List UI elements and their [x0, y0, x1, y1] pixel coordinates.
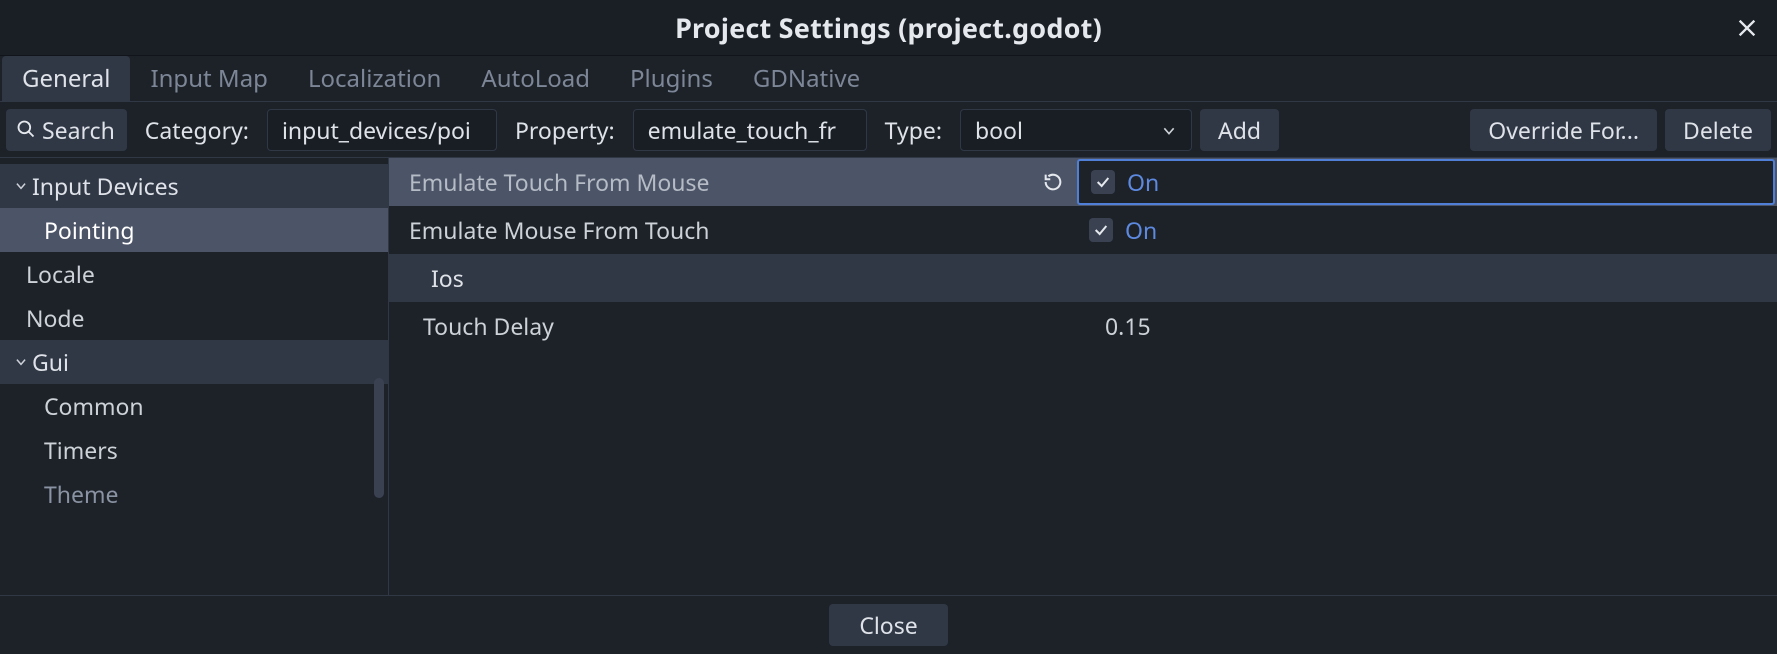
property-label-text: Touch Delay [423, 310, 554, 342]
tree-label: Pointing [44, 214, 135, 246]
property-number-value: 0.15 [1089, 310, 1151, 342]
property-label-text: Emulate Touch From Mouse [409, 166, 710, 198]
search-label: Search [42, 114, 115, 146]
tree-label: Node [26, 302, 85, 334]
tree-label: Theme [44, 478, 118, 510]
type-select[interactable]: bool [960, 109, 1192, 151]
tab-plugins[interactable]: Plugins [610, 56, 733, 101]
checkbox-label: On [1127, 166, 1159, 198]
property-value[interactable]: 0.15 [1077, 302, 1777, 350]
footer: Close [0, 596, 1777, 654]
tab-localization[interactable]: Localization [288, 56, 461, 101]
add-button[interactable]: Add [1200, 109, 1279, 151]
tree-item-pointing[interactable]: Pointing [0, 208, 388, 252]
tree-item-timers[interactable]: Timers [0, 428, 388, 472]
category-tree: Input Devices Pointing Locale Node Gui C… [0, 158, 389, 595]
tab-gdnative[interactable]: GDNative [733, 56, 880, 101]
window-title: Project Settings (project.godot) [675, 9, 1102, 46]
property-input[interactable] [633, 109, 867, 151]
property-section-ios[interactable]: Ios [389, 254, 1777, 302]
chevron-down-icon [10, 355, 32, 369]
search-button[interactable]: Search [6, 109, 127, 151]
override-for-button[interactable]: Override For... [1470, 109, 1657, 151]
body: Input Devices Pointing Locale Node Gui C… [0, 158, 1777, 596]
chevron-down-icon [10, 179, 32, 193]
property-value: On [1077, 159, 1775, 205]
tree-label: Timers [44, 434, 118, 466]
property-row-emulate-touch: Emulate Touch From Mouse On [389, 158, 1777, 206]
property-panel: Emulate Touch From Mouse On Emulate Mous… [389, 158, 1777, 595]
property-label: Property: [505, 114, 625, 146]
tab-autoload[interactable]: AutoLoad [461, 56, 610, 101]
property-label-text: Emulate Mouse From Touch [409, 214, 710, 246]
tree-item-theme[interactable]: Theme [0, 472, 388, 516]
property-value: On [1077, 206, 1777, 254]
checkbox[interactable] [1089, 218, 1113, 242]
tree-item-locale[interactable]: Locale [0, 252, 388, 296]
scrollbar[interactable] [374, 378, 384, 498]
tab-general[interactable]: General [2, 56, 130, 101]
checkbox-label: On [1125, 214, 1157, 246]
tree-label: Common [44, 390, 144, 422]
checkbox[interactable] [1091, 170, 1115, 194]
tree-label: Input Devices [32, 170, 179, 202]
property-row-touch-delay: Touch Delay 0.15 [389, 302, 1777, 350]
tab-input-map[interactable]: Input Map [130, 56, 287, 101]
property-label: Emulate Mouse From Touch [389, 206, 1077, 254]
revert-icon[interactable] [1039, 168, 1067, 196]
tree-label: Gui [32, 346, 69, 378]
property-row-emulate-mouse: Emulate Mouse From Touch On [389, 206, 1777, 254]
filterbar: Search Category: Property: Type: bool Ad… [0, 102, 1777, 158]
tree-item-input-devices[interactable]: Input Devices [0, 164, 388, 208]
tree-item-node[interactable]: Node [0, 296, 388, 340]
tree-label: Locale [26, 258, 95, 290]
tabbar: General Input Map Localization AutoLoad … [0, 56, 1777, 102]
type-label: Type: [875, 114, 952, 146]
tree-item-common[interactable]: Common [0, 384, 388, 428]
type-select-value: bool [975, 114, 1023, 146]
property-label: Emulate Touch From Mouse [389, 158, 1077, 206]
close-icon[interactable] [1731, 12, 1763, 44]
section-label: Ios [431, 262, 464, 294]
category-input[interactable] [267, 109, 497, 151]
search-icon [16, 114, 36, 146]
chevron-down-icon [1161, 114, 1177, 146]
tree-item-gui[interactable]: Gui [0, 340, 388, 384]
titlebar: Project Settings (project.godot) [0, 0, 1777, 56]
delete-button[interactable]: Delete [1665, 109, 1771, 151]
close-button[interactable]: Close [829, 604, 947, 646]
category-label: Category: [135, 114, 259, 146]
property-label: Touch Delay [389, 302, 1077, 350]
